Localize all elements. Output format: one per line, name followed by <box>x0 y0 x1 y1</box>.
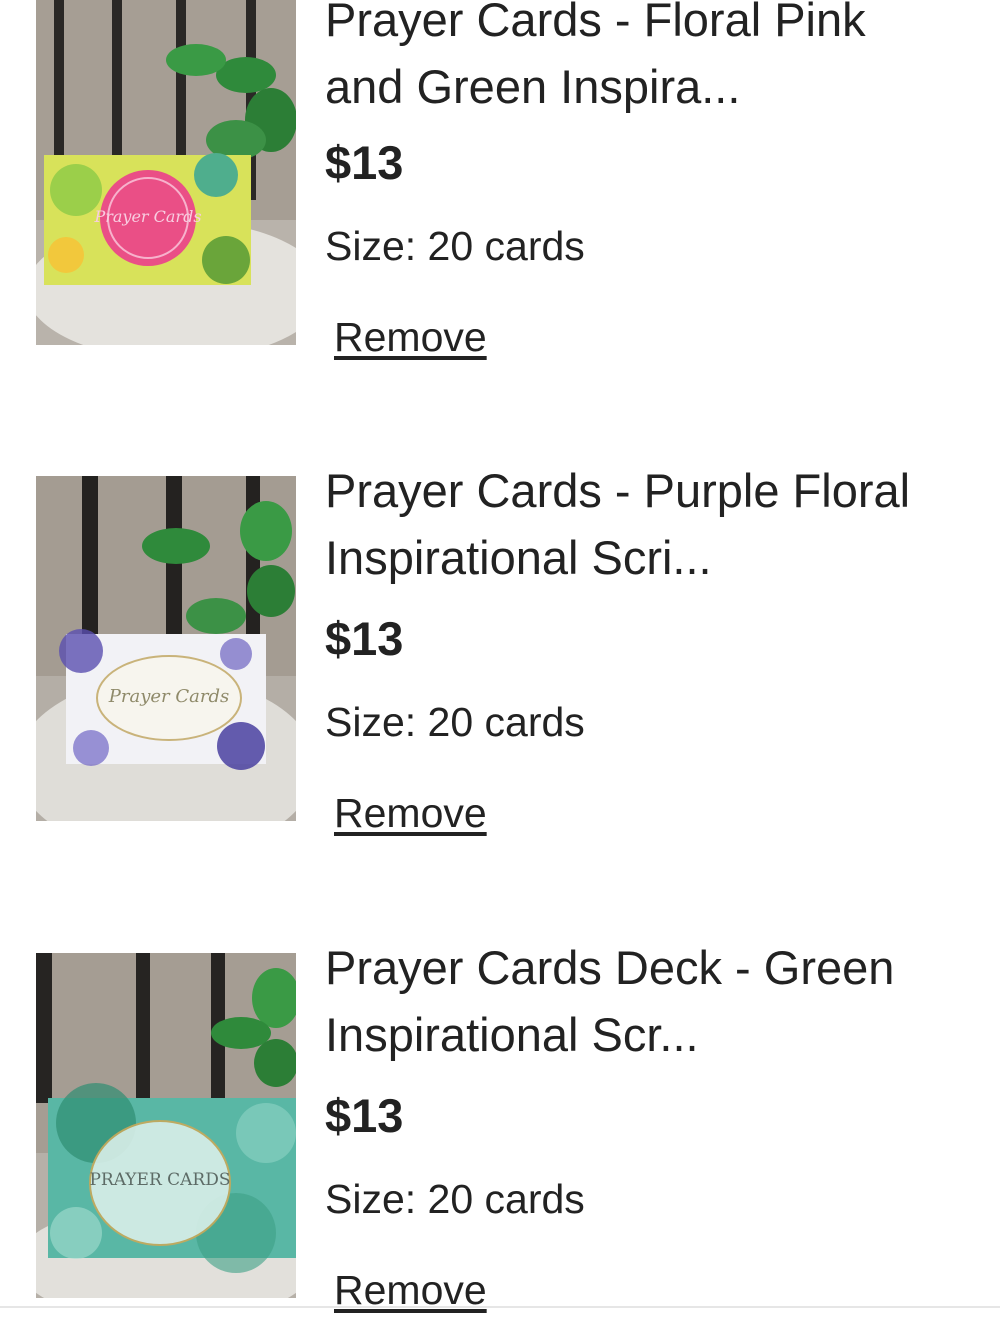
remove-button[interactable]: Remove <box>334 788 487 838</box>
cart-item: Prayer Cards Prayer Cards - Purple Flora… <box>0 410 1000 836</box>
product-photo-floral-pink-green: Prayer Cards <box>36 0 296 345</box>
product-image[interactable]: Prayer Cards <box>36 476 296 821</box>
product-title[interactable]: Prayer Cards - Floral Pink and Green Ins… <box>325 0 945 120</box>
product-size: Size: 20 cards <box>325 699 585 745</box>
product-price: $13 <box>325 136 404 189</box>
bottom-divider <box>0 1306 1000 1308</box>
product-photo-purple-floral: Prayer Cards <box>36 476 296 821</box>
product-title[interactable]: Prayer Cards - Purple Floral Inspiration… <box>325 457 945 591</box>
product-image[interactable]: PRAYER CARDS <box>36 953 296 1298</box>
product-price: $13 <box>325 612 404 665</box>
product-photo-green-watercolor: PRAYER CARDS <box>36 953 296 1298</box>
product-size: Size: 20 cards <box>325 1176 585 1222</box>
product-title[interactable]: Prayer Cards Deck - Green Inspirational … <box>325 934 945 1068</box>
cart-item: PRAYER CARDS Prayer Cards Deck - Green I… <box>0 887 1000 1313</box>
product-price: $13 <box>325 1089 404 1142</box>
card-label-text: Prayer Cards <box>93 207 201 226</box>
remove-button[interactable]: Remove <box>334 312 487 362</box>
cart-item: Prayer Cards Prayer Cards - Floral Pink … <box>0 0 1000 360</box>
product-image[interactable]: Prayer Cards <box>36 0 296 345</box>
card-label-text: Prayer Cards <box>108 686 229 707</box>
product-size: Size: 20 cards <box>325 223 585 269</box>
card-label-text: PRAYER CARDS <box>89 1170 230 1190</box>
